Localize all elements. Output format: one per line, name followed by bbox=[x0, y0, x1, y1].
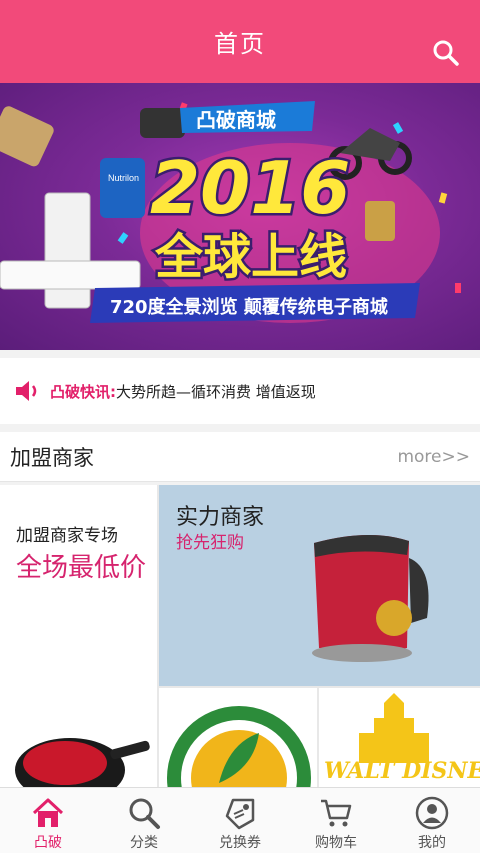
banner-headline: 全球上线 bbox=[154, 229, 347, 285]
news-label: 凸破快讯: bbox=[50, 382, 116, 401]
banner-brand: 凸破商城 bbox=[196, 108, 276, 132]
agri-merchant-logo-card[interactable] bbox=[159, 688, 317, 787]
disney-merchant-logo-card[interactable]: WALT DISNEY bbox=[319, 688, 480, 787]
agri-logo-icon bbox=[167, 706, 311, 787]
product-label: Nutrilon bbox=[108, 173, 139, 183]
user-icon bbox=[415, 796, 449, 830]
coupon-icon bbox=[225, 798, 255, 830]
search-icon[interactable] bbox=[432, 39, 460, 67]
bottom-navigation: 凸破 分类 兑换券 购物车 我的 bbox=[0, 787, 480, 853]
kettle-product-image bbox=[312, 534, 429, 662]
news-text: 大势所趋—循环消费 增值返现 bbox=[116, 382, 316, 401]
nav-mine[interactable]: 我的 bbox=[384, 788, 480, 853]
featured-title: 实力商家 bbox=[176, 505, 265, 530]
nav-label: 分类 bbox=[130, 835, 158, 851]
featured-merchant-card[interactable]: 实力商家 抢先狂购 bbox=[159, 485, 480, 686]
top-header: 首页 bbox=[0, 0, 480, 83]
banner-year: 2016 bbox=[150, 146, 350, 230]
search-icon bbox=[129, 798, 160, 829]
page-title: 首页 bbox=[214, 30, 266, 58]
section-title: 加盟商家 bbox=[10, 445, 94, 470]
merchant-promo-card[interactable]: 加盟商家专场 全场最低价 bbox=[0, 485, 157, 787]
more-link[interactable]: more>> bbox=[397, 447, 470, 467]
speaker-icon bbox=[16, 381, 37, 401]
nav-home[interactable]: 凸破 bbox=[0, 788, 96, 853]
merchants-grid: 加盟商家专场 全场最低价 实力商家 抢先狂购 WALT DISNEY bbox=[0, 485, 480, 787]
featured-subtitle: 抢先狂购 bbox=[176, 533, 244, 553]
svg-text:WALT DISNEY: WALT DISNEY bbox=[324, 758, 480, 784]
merchants-header: 加盟商家 more>> bbox=[0, 432, 480, 482]
home-icon bbox=[32, 798, 64, 827]
nav-label: 购物车 bbox=[315, 835, 357, 851]
nav-coupon[interactable]: 兑换券 bbox=[192, 788, 288, 853]
pan-product-image bbox=[15, 738, 150, 787]
disney-logo-icon: WALT DISNEY bbox=[324, 693, 480, 784]
banner-tagline: 720度全景浏览 颠覆传统电子商城 bbox=[110, 296, 388, 318]
promo-banner[interactable]: Nutrilon 凸破商城 2016 全球上线 720度全景浏览 颠覆传统电子商… bbox=[0, 83, 480, 350]
nav-category[interactable]: 分类 bbox=[96, 788, 192, 853]
nav-label: 凸破 bbox=[34, 835, 62, 851]
news-ticker[interactable]: 凸破快讯: 大势所趋—循环消费 增值返现 bbox=[0, 358, 480, 424]
promo-subtitle: 加盟商家专场 bbox=[16, 526, 118, 546]
nav-cart[interactable]: 购物车 bbox=[288, 788, 384, 853]
promo-headline: 全场最低价 bbox=[16, 553, 147, 583]
cart-icon bbox=[321, 799, 352, 827]
nav-label: 兑换券 bbox=[219, 835, 261, 851]
nav-label: 我的 bbox=[418, 835, 446, 851]
